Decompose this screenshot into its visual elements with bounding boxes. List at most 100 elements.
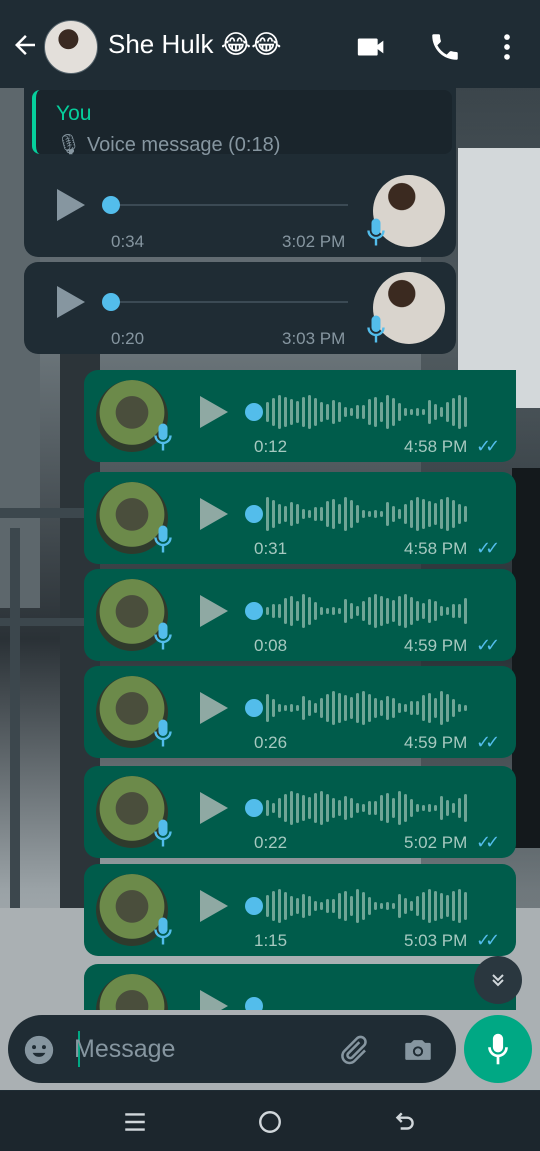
waveform-bar (464, 794, 467, 822)
message-outgoing-partial[interactable] (84, 964, 516, 1010)
seek-handle[interactable] (102, 196, 120, 214)
waveform-bar (320, 902, 323, 910)
waveform-bar (320, 791, 323, 825)
waveform-bar (284, 506, 287, 522)
waveform-bar (356, 803, 359, 813)
waveform-bar (356, 889, 359, 923)
message-outgoing[interactable]: 0:08 4:59 PM ✓✓ (84, 569, 516, 661)
waveform-bar (452, 891, 455, 921)
waveform-bar (368, 597, 371, 625)
play-icon[interactable] (200, 990, 228, 1010)
waveform-bar (344, 796, 347, 820)
contact-name[interactable]: She Hulk 😂😂 (108, 29, 281, 60)
attach-icon[interactable] (336, 1033, 370, 1067)
waveform-bar (398, 509, 401, 519)
waveform[interactable] (266, 688, 467, 728)
waveform-bar (428, 400, 431, 424)
play-icon[interactable] (200, 595, 228, 627)
message-input[interactable]: Message (74, 1035, 175, 1064)
seek-handle[interactable] (245, 505, 263, 523)
message-outgoing[interactable]: 0:31 4:58 PM ✓✓ (84, 472, 516, 564)
waveform-bar (284, 397, 287, 427)
waveform-bar (416, 601, 419, 621)
message-input-bar[interactable]: Message (8, 1015, 456, 1083)
camera-icon[interactable] (401, 1033, 435, 1067)
record-voice-button[interactable] (464, 1015, 532, 1083)
waveform-bar (338, 608, 341, 614)
video-call-icon[interactable] (355, 30, 389, 64)
message-outgoing[interactable]: 0:12 4:58 PM ✓✓ (84, 370, 516, 462)
waveform-bar (434, 601, 437, 621)
microphone-icon (154, 819, 172, 847)
scroll-to-bottom-button[interactable] (474, 956, 522, 1004)
waveform-bar (290, 502, 293, 526)
waveform-bar (398, 703, 401, 713)
play-icon[interactable] (57, 286, 85, 318)
back-nav-icon[interactable] (392, 1109, 418, 1135)
waveform-bar (434, 404, 437, 420)
seek-handle[interactable] (245, 699, 263, 717)
seek-handle[interactable] (245, 403, 263, 421)
waveform-bar (464, 892, 467, 920)
waveform-bar (284, 892, 287, 920)
waveform-bar (440, 407, 443, 417)
back-arrow-icon[interactable] (10, 30, 40, 60)
seek-handle[interactable] (102, 293, 120, 311)
waveform-bar (410, 701, 413, 715)
message-outgoing[interactable]: 1:15 5:03 PM ✓✓ (84, 864, 516, 956)
play-icon[interactable] (200, 890, 228, 922)
waveform[interactable] (266, 392, 467, 432)
waveform[interactable] (266, 886, 467, 926)
play-icon[interactable] (57, 189, 85, 221)
waveform-bar (428, 889, 431, 923)
waveform-bar (326, 608, 329, 614)
home-icon[interactable] (257, 1109, 283, 1135)
waveform[interactable] (266, 494, 467, 534)
seek-bar[interactable] (110, 204, 348, 206)
message-incoming[interactable]: 0:20 3:03 PM (24, 262, 456, 354)
waveform-bar (350, 500, 353, 528)
seek-handle[interactable] (245, 799, 263, 817)
recent-apps-icon[interactable] (122, 1109, 148, 1135)
waveform-bar (392, 798, 395, 818)
message-outgoing[interactable]: 0:26 4:59 PM ✓✓ (84, 666, 516, 758)
message-outgoing[interactable]: 0:22 5:02 PM ✓✓ (84, 766, 516, 858)
message-time: 3:02 PM (282, 232, 346, 251)
waveform-bar (464, 397, 467, 427)
waveform[interactable] (266, 788, 467, 828)
waveform-bar (386, 598, 389, 624)
seek-handle[interactable] (245, 997, 263, 1010)
waveform-bar (326, 794, 329, 822)
waveform-bar (332, 400, 335, 424)
waveform-bar (296, 793, 299, 823)
message-incoming[interactable]: You 🎙 Voice message (0:18) 0:34 3:02 PM (24, 82, 456, 257)
play-icon[interactable] (200, 692, 228, 724)
waveform-bar (392, 506, 395, 522)
microphone-icon (154, 719, 172, 747)
play-icon[interactable] (200, 792, 228, 824)
waveform-bar (320, 507, 323, 521)
contact-avatar[interactable] (44, 20, 98, 74)
more-options-icon[interactable] (490, 30, 524, 64)
play-icon[interactable] (200, 396, 228, 428)
waveform-bar (428, 804, 431, 812)
seek-handle[interactable] (245, 602, 263, 620)
emoji-icon[interactable] (22, 1033, 56, 1067)
play-icon[interactable] (200, 498, 228, 530)
waveform-bar (284, 705, 287, 711)
waveform-bar (458, 604, 461, 618)
voice-call-icon[interactable] (428, 30, 462, 64)
waveform-bar (464, 705, 467, 711)
waveform-bar (356, 606, 359, 616)
waveform-bar (308, 395, 311, 429)
microphone-icon (367, 218, 385, 246)
waveform-bar (350, 697, 353, 719)
waveform-bar (398, 403, 401, 421)
waveform[interactable] (266, 591, 467, 631)
seek-handle[interactable] (245, 897, 263, 915)
message-time: 5:03 PM (404, 931, 468, 950)
reply-quote[interactable]: You 🎙 Voice message (0:18) (32, 90, 452, 156)
seek-bar[interactable] (110, 301, 348, 303)
waveform-bar (278, 704, 281, 712)
waveform-bar (308, 797, 311, 819)
